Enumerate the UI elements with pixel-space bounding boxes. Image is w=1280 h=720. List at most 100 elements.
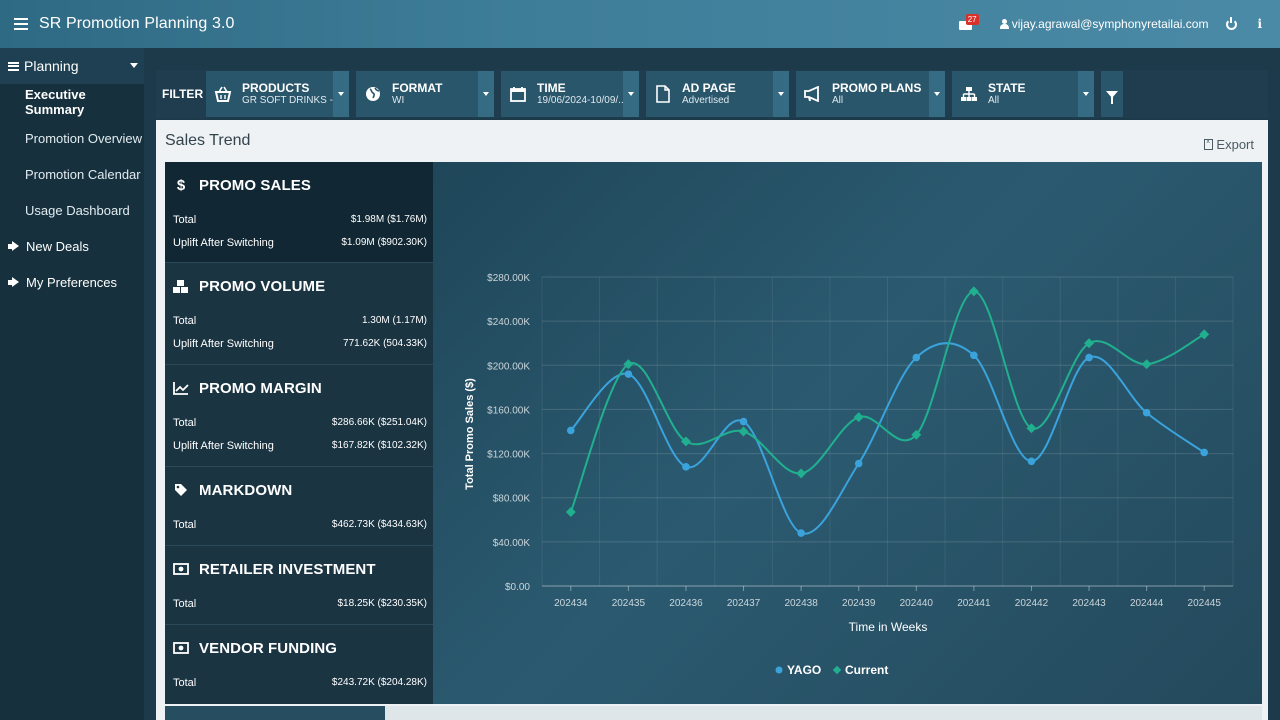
legend-label-current: Current <box>845 663 888 677</box>
sidebar-item-my-preferences[interactable]: My Preferences <box>0 264 144 300</box>
kpi-row-label: Total <box>173 213 197 226</box>
sidebar-item-label: New Deals <box>26 238 89 254</box>
data-point-yago <box>1085 353 1093 362</box>
user-menu[interactable]: vijay.agrawal@symphonyretailai.com <box>999 17 1208 31</box>
filter-format[interactable]: FORMAT WI <box>356 71 494 117</box>
kpi-row: Total $1.98M ($1.76M) <box>173 208 427 231</box>
data-point-yago <box>854 459 863 468</box>
filter-value-promo-plans: All <box>832 95 844 106</box>
data-point-yago <box>970 351 978 360</box>
data-point-yago <box>624 370 633 378</box>
sidebar-item-executive-summary[interactable]: Executive Summary <box>0 84 144 120</box>
chevron-down-icon[interactable] <box>1078 71 1094 117</box>
filter-products[interactable]: PRODUCTSGR SOFT DRINKS - 1... <box>206 71 349 117</box>
filter-label-promo-plans: PROMO PLANS <box>832 81 922 95</box>
filter-label: FILTER <box>162 87 204 101</box>
x-tick-label: 202445 <box>1188 598 1222 609</box>
excel-icon <box>1204 138 1214 150</box>
chevron-down-icon[interactable] <box>773 71 789 117</box>
kpi-row-label: Uplift After Switching <box>173 439 274 452</box>
kpi-row: Uplift After Switching $167.82K ($102.32K… <box>173 434 427 457</box>
notifications-button[interactable]: 27 <box>958 14 979 34</box>
kpi-title: VENDOR FUNDING <box>199 639 338 657</box>
x-tick-label: 202441 <box>957 598 991 609</box>
data-point-current <box>565 507 576 518</box>
data-point-current <box>1141 359 1152 370</box>
cubes-icon <box>173 279 189 294</box>
export-button[interactable]: Export <box>1204 137 1254 152</box>
kpi-markdown: MARKDOWN Total $462.73K ($434.63K) <box>165 467 433 546</box>
filter-promo-plans[interactable]: PROMO PLANS All <box>796 71 945 117</box>
export-label: Export <box>1216 137 1254 152</box>
data-point-yago <box>912 353 921 362</box>
filter-label-products: PRODUCTS <box>242 81 310 95</box>
kpi-row: Uplift After Switching 771.62K (504.33K) <box>173 332 427 355</box>
data-point-yago <box>566 426 575 435</box>
chevron-down-icon[interactable] <box>333 71 349 117</box>
sidebar-item-promotion-overview[interactable]: Promotion Overview <box>0 120 144 156</box>
kpi-title: PROMO SALES <box>199 176 311 194</box>
filter-time[interactable]: TIME 19/06/2024-10/09/... <box>501 71 639 117</box>
y-axis-label: Total Promo Sales ($) <box>464 378 476 490</box>
filter-state[interactable]: STATE All <box>952 71 1094 117</box>
data-point-yago <box>682 463 690 471</box>
filter-ad-page[interactable]: AD PAGE Advertised <box>646 71 789 117</box>
kpi-title: RETAILER INVESTMENT <box>199 560 376 578</box>
kpi-row-value: $462.73K ($434.63K) <box>331 519 427 530</box>
filter-label-format: FORMAT <box>392 81 443 95</box>
x-tick-label: 202435 <box>612 598 646 609</box>
chevron-down-icon[interactable] <box>478 71 494 117</box>
kpi-row-label: Uplift After Switching <box>173 236 274 249</box>
kpi-row: Total $18.25K ($230.35K) <box>173 592 427 615</box>
sitemap-icon <box>958 83 980 105</box>
apply-filter-button[interactable] <box>1101 71 1123 117</box>
data-point-yago <box>797 529 805 537</box>
data-point-current <box>738 426 749 437</box>
chart-svg: $0.00 $40.00K $80.00K $120.00K $160.00K $200.… <box>464 273 1234 677</box>
basket-icon <box>212 83 234 105</box>
power-icon[interactable] <box>1226 16 1238 30</box>
kpi-title: PROMO MARGIN <box>199 379 322 397</box>
info-icon[interactable]: i <box>1257 17 1262 31</box>
y-tick-label: $280.00K <box>487 273 530 284</box>
x-tick-labels: 202434 202435 202436 202437 202438 202439 2024… <box>554 598 1221 609</box>
data-point-current <box>796 468 807 479</box>
kpi-row: Total $286.66K ($251.04K) <box>173 411 427 434</box>
chevron-down-icon[interactable] <box>623 71 639 117</box>
dollar-icon: $ <box>176 176 186 194</box>
notification-count-badge: 27 <box>965 14 979 25</box>
chart-grid <box>541 276 1234 591</box>
y-tick-label: $40.00K <box>493 538 531 549</box>
sidebar-item-usage-dashboard[interactable]: Usage Dashboard <box>0 192 144 228</box>
sidebar-item-new-deals[interactable]: New Deals <box>0 228 144 264</box>
calendar-icon <box>507 83 529 105</box>
kpi-title: MARKDOWN <box>199 481 293 499</box>
y-tick-label: $160.00K <box>487 405 530 416</box>
filter-label-state: STATE <box>988 81 1026 95</box>
kpi-row-label: Total <box>173 314 197 327</box>
top-right-controls: 27 vijay.agrawal@symphonyretailai.com i <box>958 0 1280 48</box>
sidebar-item-promotion-calendar[interactable]: Promotion Calendar <box>0 156 144 192</box>
area-chart-icon <box>173 381 189 395</box>
filter-value-products: GR SOFT DRINKS - 1... <box>242 95 338 106</box>
x-tick-label: 202443 <box>1072 598 1106 609</box>
kpi-promo-margin: PROMO MARGIN Total $286.66K ($251.04K) Up… <box>165 365 433 467</box>
x-tick-label: 202437 <box>727 598 761 609</box>
menu-icon[interactable] <box>14 18 28 30</box>
y-tick-label: $0.00 <box>505 582 530 593</box>
kpi-row-value: $1.09M ($902.30K) <box>341 237 427 248</box>
funnel-icon <box>1106 90 1118 104</box>
app-title: SR Promotion Planning 3.0 <box>39 15 235 32</box>
kpi-row-value: 771.62K (504.33K) <box>343 338 427 349</box>
filter-value-format: WI <box>392 95 405 106</box>
document-icon <box>652 83 674 105</box>
main-content: FILTER PRODUCTSGR SOFT DRINKS - 1... FOR… <box>144 48 1280 720</box>
kpi-row-value: $18.25K ($230.35K) <box>337 598 427 609</box>
sidebar-section-planning[interactable]: Planning <box>0 48 144 84</box>
legend-marker-yago <box>775 666 783 674</box>
legend-label-yago: YAGO <box>787 663 821 677</box>
filter-value-ad-page: Advertised <box>682 95 730 106</box>
caret-down-icon <box>130 63 138 68</box>
x-tick-label: 202440 <box>900 598 934 609</box>
chevron-down-icon[interactable] <box>929 71 945 117</box>
